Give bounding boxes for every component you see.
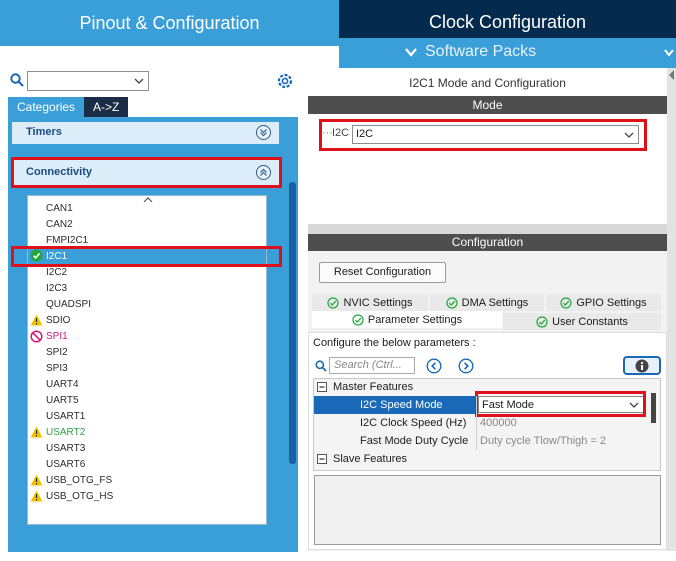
check-circle-icon [536,315,548,328]
tab-parameter-settings[interactable]: Parameter Settings [312,311,502,328]
tab-pinout-configuration[interactable]: Pinout & Configuration [0,0,339,46]
warning-icon [30,314,43,329]
info-icon [635,359,649,373]
chevron-down-icon[interactable] [134,78,144,85]
peripheral-usart3[interactable]: USART3 [46,441,85,456]
tab-label: User Constants [552,315,628,328]
highlight-connectivity [11,157,282,188]
check-circle-icon [560,296,572,309]
mode-header: Mode [308,96,667,114]
peripheral-usart6[interactable]: USART6 [46,457,85,472]
check-circle-icon [327,296,340,309]
peripheral-usb-otg-hs[interactable]: USB_OTG_HS [46,489,113,504]
group-timers-label: Timers [26,126,62,138]
peripheral-i2c3[interactable]: I2C3 [46,281,67,296]
reset-configuration-button[interactable]: Reset Configuration [319,262,446,283]
chevron-down-icon [664,44,674,62]
param-value[interactable]: Duty cycle Tlow/Thigh = 2 [480,432,606,450]
category-scrollbar[interactable] [289,182,296,464]
peripheral-spi3[interactable]: SPI3 [46,361,68,376]
parameter-scrollbar[interactable] [651,393,656,423]
tab-clock-configuration[interactable]: Clock Configuration [339,0,676,38]
expand-icon[interactable] [256,125,271,140]
peripheral-quadspi[interactable]: QUADSPI [46,297,91,312]
right-edge-scrollbar[interactable] [667,68,676,551]
peripheral-uart4[interactable]: UART4 [46,377,79,392]
info-button[interactable] [623,356,661,375]
configuration-header: Configuration [308,234,667,251]
software-packs-label: Software Packs [425,43,537,60]
software-packs-menu[interactable]: Software Packs [339,38,676,68]
tab-label: NVIC Settings [343,296,413,309]
tab-a-to-z[interactable]: A->Z [84,97,129,117]
peripheral-usb-otg-fs[interactable]: USB_OTG_FS [46,473,112,488]
parameter-search-input[interactable]: Search (Ctrl... [329,357,415,374]
slave-features-group[interactable]: Slave Features [333,450,407,468]
tab-dma-settings[interactable]: DMA Settings [430,294,544,311]
next-result-button[interactable] [458,358,474,377]
previous-result-button[interactable] [426,358,442,377]
collapse-icon[interactable] [317,454,327,467]
peripheral-can2[interactable]: CAN2 [46,217,73,232]
peripheral-spi2[interactable]: SPI2 [46,345,68,360]
chevron-down-icon [405,47,417,57]
column-divider [476,396,477,450]
param-name[interactable]: Fast Mode Duty Cycle [360,432,468,450]
peripheral-spi1[interactable]: SPI1 [46,329,68,344]
tab-gpio-settings[interactable]: GPIO Settings [546,294,661,311]
check-circle-icon [352,313,364,326]
warning-icon [30,490,43,505]
search-input[interactable] [27,71,149,91]
tab-nvic-settings[interactable]: NVIC Settings [312,294,428,311]
peripheral-can1[interactable]: CAN1 [46,201,73,216]
category-tabs: Categories A->Z [8,97,129,117]
group-timers[interactable]: Timers [12,122,279,144]
panel-splitter[interactable] [308,224,667,234]
tab-user-constants[interactable]: User Constants [503,313,661,330]
blocked-icon [30,330,43,346]
arrow-left-icon[interactable] [668,70,675,80]
parameter-description-box [314,475,661,545]
tab-label: Parameter Settings [367,313,463,326]
highlight-i2c1 [11,246,282,267]
peripheral-usart1[interactable]: USART1 [46,409,85,424]
panel-title: I2C1 Mode and Configuration [409,76,566,90]
peripheral-sdio[interactable]: SDIO [46,313,70,328]
scroll-up-icon[interactable] [143,197,153,203]
search-icon [315,360,327,375]
tab-label: DMA Settings [461,296,529,309]
warning-icon [30,474,43,489]
peripheral-usart2[interactable]: USART2 [46,425,85,440]
param-value[interactable]: 400000 [480,414,517,432]
search-icon [10,73,24,90]
check-circle-icon [446,296,458,309]
master-features-group[interactable]: Master Features [333,378,413,396]
collapse-icon[interactable] [317,382,327,395]
peripheral-i2c2[interactable]: I2C2 [46,265,67,280]
configure-instructions: Configure the below parameters : [313,337,476,349]
param-name[interactable]: I2C Speed Mode [360,396,443,414]
param-name[interactable]: I2C Clock Speed (Hz) [360,414,466,432]
warning-icon [30,426,43,441]
parameter-search-placeholder: Search (Ctrl... [334,359,402,371]
tab-categories[interactable]: Categories [8,97,85,117]
peripheral-uart5[interactable]: UART5 [46,393,79,408]
highlight-mode [319,119,647,151]
gear-icon[interactable] [275,71,295,91]
tab-label: GPIO Settings [576,296,647,309]
